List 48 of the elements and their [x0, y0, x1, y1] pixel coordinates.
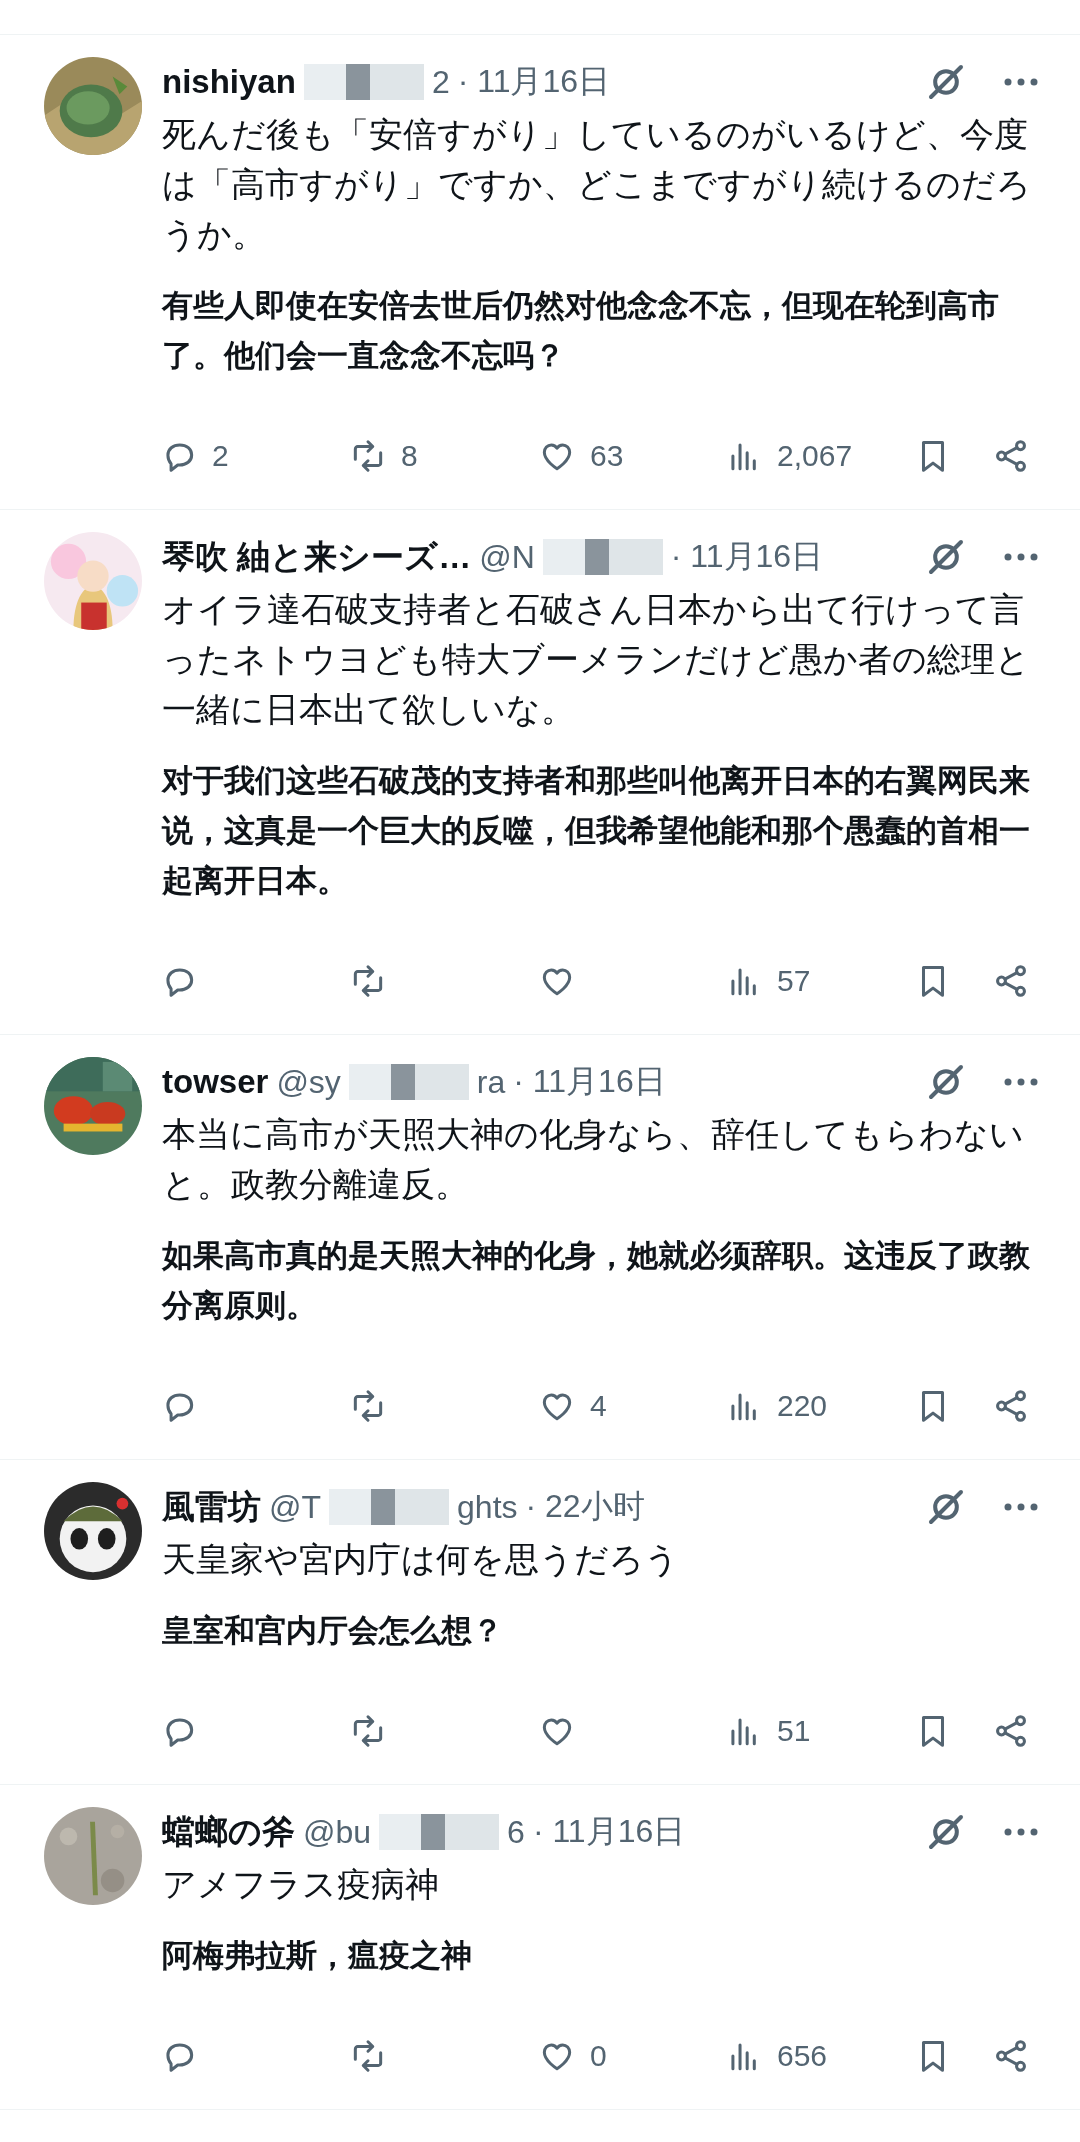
user-handle[interactable]: @N: [479, 538, 535, 576]
slashed-circle-icon[interactable]: [926, 1062, 966, 1102]
user-name[interactable]: 琴吹 紬と来シーズ…: [162, 534, 472, 580]
translation-text: 对于我们这些石破茂的支持者和那些叫他离开日本的右翼网民来说，这真是一个巨大的反噬，但我希望他能和那个愚蠢的首相一起离开日本。: [162, 762, 1031, 900]
post-text: 死んだ後も「安倍すがり」しているのがいるけど、今度は「高市すがり」ですか、どこまですがり続けるのだろうか。: [162, 114, 1032, 255]
slashed-circle-icon[interactable]: [926, 1812, 966, 1852]
like-count: 0: [590, 2039, 607, 2073]
more-icon[interactable]: [1002, 551, 1040, 563]
views-count: 57: [777, 964, 811, 998]
translation-text: 有些人即使在安倍去世后仍然对他念念不忘，但现在轮到高市了。他们会一直念念不忘吗？: [162, 287, 1000, 375]
user-handle[interactable]: @T: [269, 1488, 322, 1526]
post-time[interactable]: · 11月16日: [532, 1810, 686, 1854]
post-text: 天皇家や宮内庁は何を思うだろう: [162, 1539, 680, 1580]
user-handle: ghts: [457, 1488, 518, 1526]
user-handle: 6: [507, 1813, 525, 1851]
more-icon[interactable]: [1002, 1826, 1040, 1838]
like-count: 4: [590, 1389, 607, 1423]
views-count: 656: [777, 2039, 828, 2073]
more-icon[interactable]: [1002, 1076, 1040, 1088]
user-name[interactable]: nishiyan: [162, 63, 296, 101]
views-count: 51: [777, 1714, 811, 1748]
user-name[interactable]: 蟷螂の斧: [162, 1809, 295, 1855]
translation-text: 如果高市真的是天照大神的化身，她就必须辞职。这违反了政教分离原则。: [162, 1237, 1031, 1325]
post-text: オイラ達石破支持者と石破さん日本から出て行けって言ったネトウヨども特大ブーメランだけど愚か者の総理と一緒に日本出て欲しいな。: [162, 589, 1031, 730]
user-handle[interactable]: @sy: [276, 1063, 341, 1101]
slashed-circle-icon[interactable]: [926, 1487, 966, 1527]
views-count: 220: [777, 1389, 828, 1423]
post-text: 本当に高市が天照大神の化身なら、辞任してもらわないと。政教分離違反。: [162, 1114, 1025, 1205]
like-count: 63: [590, 439, 624, 473]
post-time[interactable]: · 22小时: [525, 1485, 645, 1529]
repost-count: 8: [401, 439, 418, 473]
slashed-circle-icon[interactable]: [926, 62, 966, 102]
user-handle[interactable]: @bu: [303, 1813, 372, 1851]
user-name[interactable]: 風雷坊: [162, 1484, 261, 1530]
post-time[interactable]: · 11月16日: [513, 1060, 666, 1104]
translation-text: 阿梅弗拉斯，瘟疫之神: [162, 1937, 473, 1975]
post-time[interactable]: · 11月16日: [670, 535, 824, 579]
post-time[interactable]: · 11月16日: [457, 60, 611, 104]
slashed-circle-icon[interactable]: [926, 537, 966, 577]
reply-count: 2: [212, 439, 229, 473]
post-text: アメフラス疫病神: [162, 1864, 440, 1905]
user-name[interactable]: towser: [162, 1063, 269, 1101]
views-count: 2,067: [777, 439, 853, 473]
more-icon[interactable]: [1002, 76, 1040, 88]
user-handle: 2: [431, 63, 450, 101]
translation-text: 皇室和宫内厅会怎么想？: [162, 1612, 504, 1650]
user-handle: ra: [476, 1063, 506, 1101]
more-icon[interactable]: [1002, 1501, 1040, 1513]
